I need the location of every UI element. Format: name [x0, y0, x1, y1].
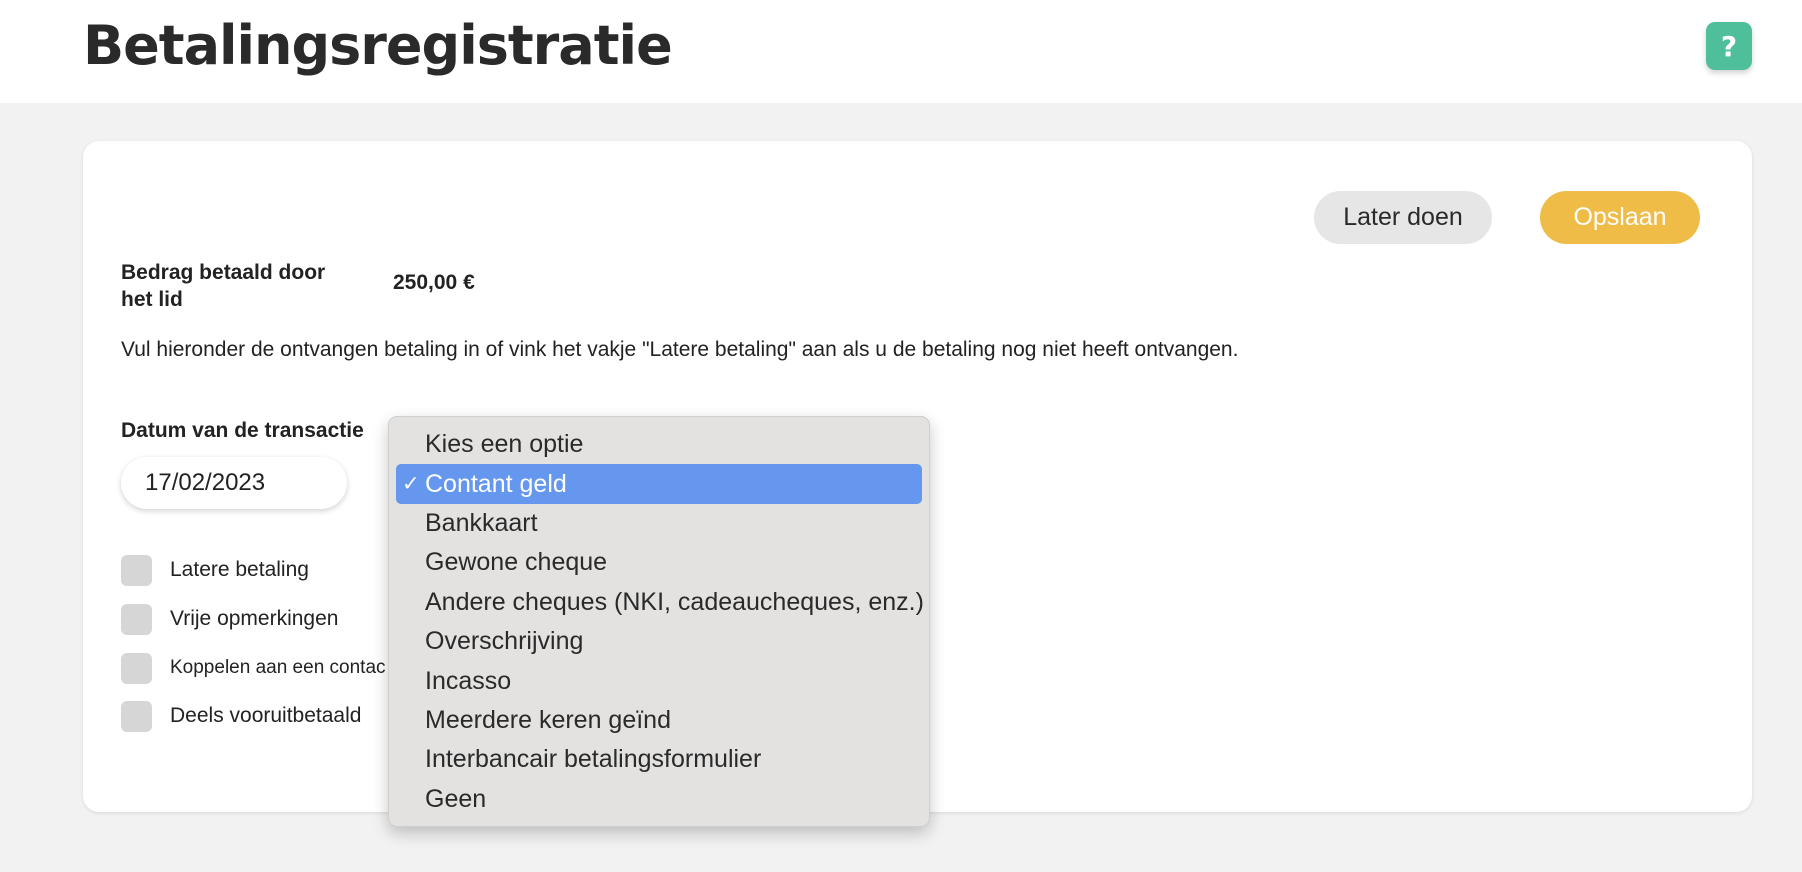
- free-remarks-checkbox[interactable]: [121, 603, 152, 635]
- checkbox-row-partially-prepaid[interactable]: Deels vooruitbetaald: [121, 700, 361, 732]
- dropdown-option[interactable]: Overschrijving: [396, 622, 922, 661]
- later-payment-label: Latere betaling: [170, 558, 309, 581]
- checkbox-row-free-remarks[interactable]: Vrije opmerkingen: [121, 603, 338, 635]
- dropdown-option-selected[interactable]: ✓ Contant geld: [396, 464, 922, 504]
- free-remarks-label: Vrije opmerkingen: [170, 607, 339, 630]
- checkbox-row-later-payment[interactable]: Latere betaling: [121, 554, 309, 586]
- later-button[interactable]: Later doen: [1314, 191, 1492, 244]
- dropdown-option[interactable]: Geen: [396, 780, 922, 819]
- partially-prepaid-label: Deels vooruitbetaald: [170, 704, 362, 727]
- dropdown-option[interactable]: Interbancair betalingsformulier: [396, 740, 922, 779]
- save-button[interactable]: Opslaan: [1540, 191, 1700, 244]
- dropdown-option[interactable]: Meerdere keren geïnd: [396, 701, 922, 740]
- dropdown-option[interactable]: Gewone cheque: [396, 543, 922, 582]
- dropdown-option[interactable]: Andere cheques (NKI, cadeaucheques, enz.…: [396, 583, 924, 622]
- dropdown-option[interactable]: Bankkaart: [396, 504, 922, 543]
- top-bar: Betalingsregistratie ?: [0, 0, 1802, 103]
- dropdown-option[interactable]: Kies een optie: [396, 425, 922, 464]
- amount-value: 250,00 €: [393, 271, 475, 294]
- payment-method-dropdown[interactable]: Kies een optie ✓ Contant geld Bankkaart …: [388, 416, 930, 827]
- checkmark-icon: ✓: [402, 472, 420, 496]
- link-contact-label: Koppelen aan een contac: [170, 657, 386, 678]
- amount-label: Bedrag betaald door het lid: [121, 261, 326, 311]
- question-mark-icon: ?: [1720, 29, 1738, 63]
- transaction-date-label: Datum van de transactie: [121, 419, 364, 442]
- page-title: Betalingsregistratie: [83, 14, 673, 77]
- partially-prepaid-checkbox[interactable]: [121, 700, 152, 732]
- link-contact-checkbox[interactable]: [121, 652, 152, 684]
- later-payment-checkbox[interactable]: [121, 554, 152, 586]
- checkbox-row-link-contact[interactable]: Koppelen aan een contac: [121, 652, 386, 684]
- transaction-date-input[interactable]: [121, 457, 347, 509]
- dropdown-option[interactable]: Incasso: [396, 661, 922, 700]
- help-button[interactable]: ?: [1706, 22, 1752, 70]
- instructions-text: Vul hieronder de ontvangen betaling in o…: [121, 338, 1239, 361]
